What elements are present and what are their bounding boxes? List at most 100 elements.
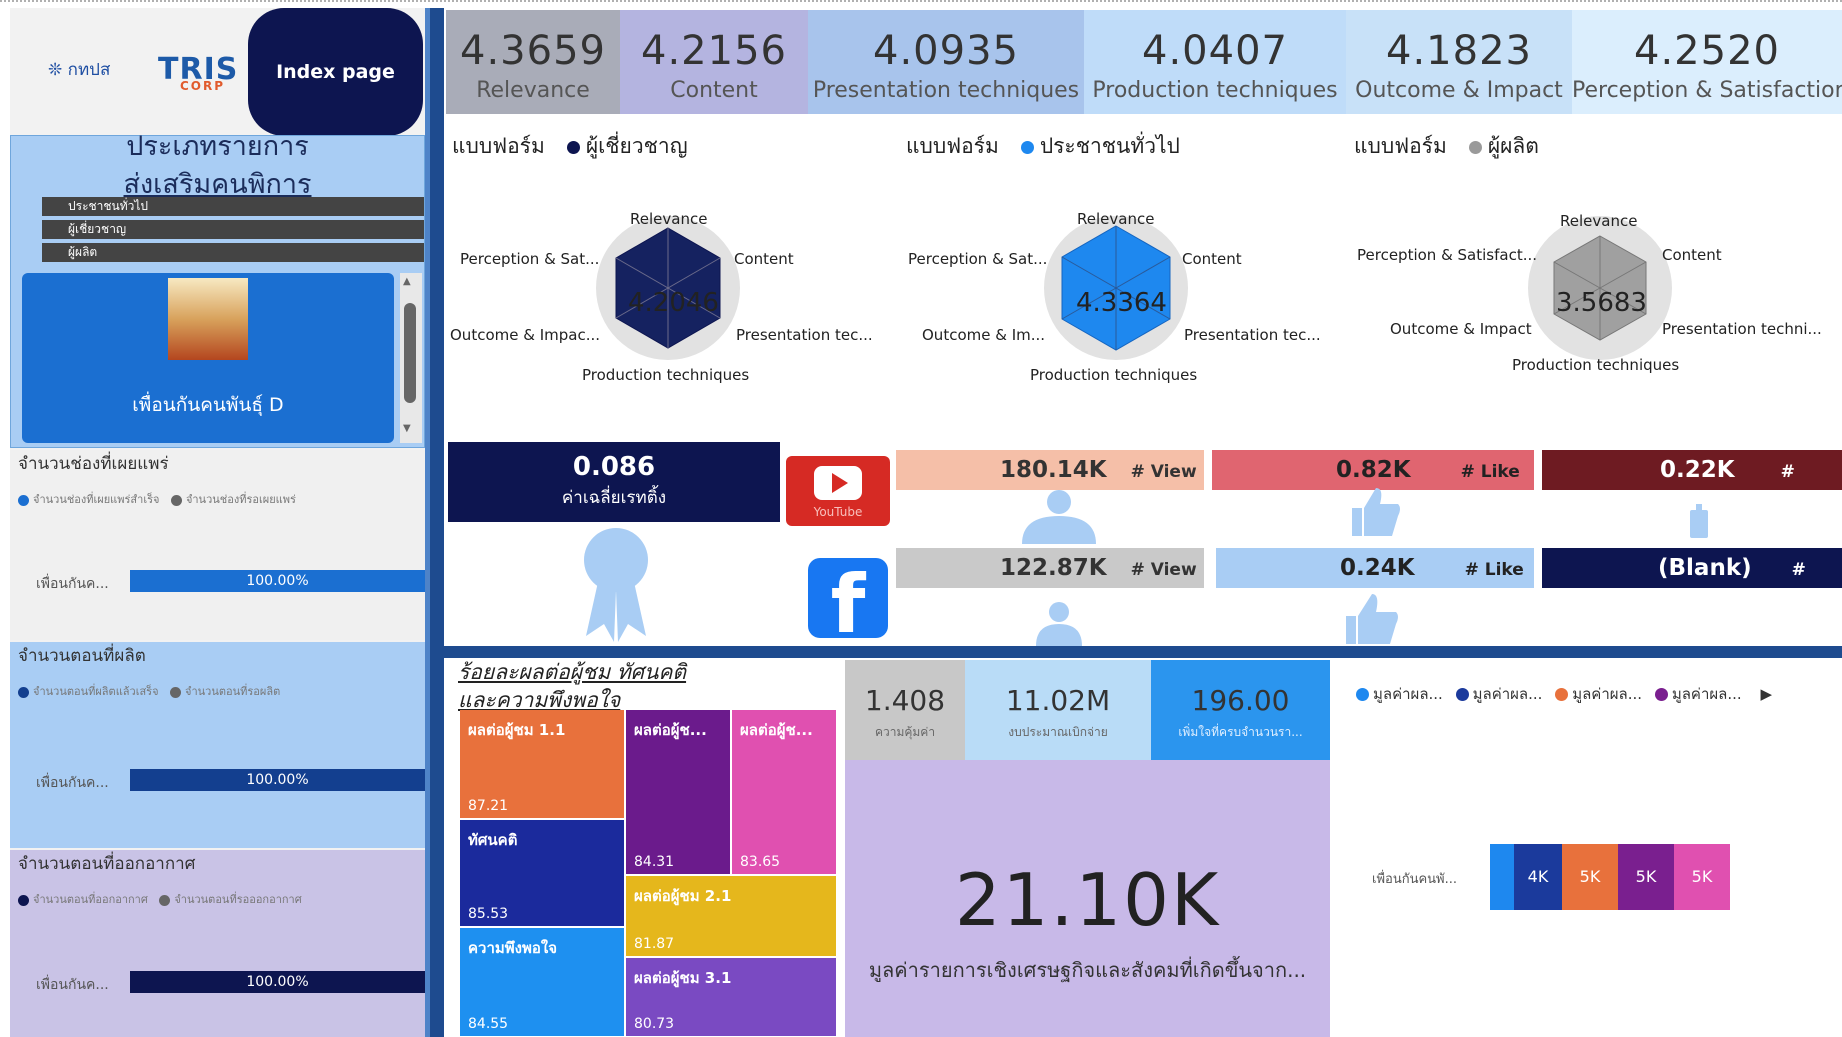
progress-bar[interactable]: 100.00% bbox=[130, 769, 425, 791]
treemap-cell[interactable]: ผลต่อผู้ชม 2.1 81.87 bbox=[626, 876, 836, 956]
youtube-shares: 0.22K # Share bbox=[1542, 450, 1842, 524]
metric-value: 4.1823 bbox=[1386, 28, 1532, 74]
metric-label: Production techniques bbox=[1092, 78, 1338, 103]
radar-axis-label: Presentation tec... bbox=[736, 326, 873, 344]
economic-value-card: 21.10K มูลค่ารายการเชิงเศรษฐกิจและสังคมท… bbox=[845, 760, 1330, 1037]
person-icon bbox=[1036, 602, 1082, 646]
legend-next-icon[interactable]: ▶ bbox=[1760, 685, 1772, 703]
program-type-title: ประเภทรายการ ส่งเสริมคนพิการ bbox=[10, 128, 425, 204]
program-scroll-thumb[interactable] bbox=[404, 303, 416, 403]
treemap-cell[interactable]: ทัศนคติ 85.53 bbox=[460, 820, 624, 926]
value-chart-segment[interactable]: 5K bbox=[1674, 844, 1730, 910]
metric-label: Content bbox=[670, 78, 758, 103]
facebook-shares: (Blank) # Share bbox=[1542, 548, 1842, 622]
facebook-views: 122.87K # View bbox=[896, 548, 1204, 588]
value-chart-row-label: เพื่อนกันคนพั... bbox=[1372, 872, 1458, 887]
metric-card-production: 4.0407 Production techniques bbox=[1084, 10, 1346, 114]
radar-axis-label: Relevance bbox=[1560, 212, 1638, 230]
progress-bar[interactable]: 100.00% bbox=[130, 971, 425, 993]
progress-bar[interactable]: 100.00% bbox=[130, 570, 425, 592]
thumbs-up-icon bbox=[1352, 488, 1400, 536]
metric-card-content: 4.2156 Content bbox=[620, 10, 808, 114]
rating-value: 0.086 bbox=[572, 452, 656, 482]
section-title: จำนวนช่องที่เผยแพร่ bbox=[18, 454, 169, 474]
section-produced-episodes: จำนวนตอนที่ผลิต จำนวนตอนที่ผลิตแล้วเสร็จ… bbox=[10, 642, 425, 848]
radar-axis-label: Perception & Sat... bbox=[460, 250, 600, 268]
treemap-cell[interactable]: ผลต่อผู้ช... 84.31 bbox=[626, 710, 730, 874]
metric-label: Relevance bbox=[476, 78, 590, 103]
slicer-item-producer[interactable]: ผู้ผลิต bbox=[42, 243, 424, 262]
metric-value: 4.2520 bbox=[1634, 28, 1780, 74]
metric-value: 4.2156 bbox=[641, 28, 787, 74]
radar-axis-label: Perception & Sat... bbox=[908, 250, 1048, 268]
index-page-label: Index page bbox=[276, 61, 395, 83]
scroll-down-icon[interactable]: ▼ bbox=[403, 423, 411, 434]
treemap-title: ร้อยละผลต่อผู้ชม ทัศนคติ และความพึงพอใจ bbox=[458, 658, 686, 714]
radar-axis-label: Outcome & Impac... bbox=[450, 326, 600, 344]
radar-header-public: แบบฟอร์ม ประชาชนทั่วไป bbox=[906, 134, 1180, 158]
rating-label: ค่าเฉลี่ยเรทติ้ง bbox=[561, 488, 667, 508]
radar-axis-label: Relevance bbox=[1077, 210, 1155, 228]
section-aired-episodes: จำนวนตอนที่ออกอากาศ จำนวนตอนที่ออกอากาศ … bbox=[10, 850, 425, 1037]
scroll-up-icon[interactable]: ▲ bbox=[403, 276, 411, 287]
radar-axis-label: Perception & Satisfact... bbox=[1357, 246, 1538, 264]
slicer-item-expert[interactable]: ผู้เชี่ยวชาญ bbox=[42, 220, 424, 239]
index-page-button[interactable]: Index page bbox=[248, 8, 423, 136]
kpi-label: เพิ่มใจที่ครบจำนวนรา... bbox=[1178, 725, 1303, 739]
treemap-cell[interactable]: ผลต่อผู้ช... 83.65 bbox=[732, 710, 836, 874]
treemap-title-line1: ร้อยละผลต่อผู้ชม ทัศนคติ bbox=[458, 660, 687, 684]
radar-axis-label: Presentation techni... bbox=[1662, 320, 1822, 338]
youtube-views: 180.14K # View bbox=[896, 450, 1204, 490]
share-phone-icon bbox=[1690, 504, 1708, 538]
treemap-cell[interactable]: ความพึงพอใจ 84.55 bbox=[460, 928, 624, 1036]
program-type-title-line1: ประเภทรายการ bbox=[126, 131, 309, 162]
radar-score-expert: 4.2046 bbox=[628, 288, 719, 318]
radar-axis-label: Content bbox=[734, 250, 794, 268]
logo-tris: TRIS CORP bbox=[158, 52, 238, 93]
slicer-item-public[interactable]: ประชาชนทั่วไป bbox=[42, 197, 424, 216]
radar-axis-label: Production techniques bbox=[1030, 366, 1198, 384]
value-chart-segment[interactable] bbox=[1490, 844, 1514, 910]
radar-axis-label: Content bbox=[1182, 250, 1242, 268]
kpi-label: ความคุ้มค่า bbox=[874, 725, 936, 739]
youtube-play-triangle bbox=[832, 473, 848, 493]
logo-text: กทปส bbox=[67, 60, 111, 80]
radar-axis-label: Production techniques bbox=[1512, 356, 1680, 374]
bar-label: เพื่อนกันค... bbox=[36, 775, 109, 791]
metric-label: Perception & Satisfaction bbox=[1572, 78, 1842, 103]
radar-axis-label: Content bbox=[1662, 246, 1722, 264]
value-chart-segment[interactable]: 5K bbox=[1618, 844, 1674, 910]
bar-label: เพื่อนกันค... bbox=[36, 576, 109, 592]
value-chart-segment[interactable]: 5K bbox=[1562, 844, 1618, 910]
section-title: จำนวนตอนที่ผลิต bbox=[18, 646, 146, 666]
program-thumbnail bbox=[168, 278, 248, 360]
kpi-value: 1.408 bbox=[864, 684, 946, 717]
kpi-value: 11.02M bbox=[1005, 684, 1111, 717]
value-chart-segment[interactable]: 4K bbox=[1514, 844, 1562, 910]
treemap-cell[interactable]: ผลต่อผู้ชม 3.1 80.73 bbox=[626, 958, 836, 1036]
radar-header-expert: แบบฟอร์ม ผู้เชี่ยวชาญ bbox=[452, 134, 688, 158]
section-legend: จำนวนตอนที่ผลิตแล้วเสร็จ จำนวนตอนที่รอผล… bbox=[18, 682, 280, 700]
radar-axis-label: Production techniques bbox=[582, 366, 750, 384]
section-legend: จำนวนช่องที่เผยแพร่สำเร็จ จำนวนช่องที่รอ… bbox=[18, 490, 296, 508]
metric-value: 4.3659 bbox=[460, 28, 606, 74]
metric-card-outcome: 4.1823 Outcome & Impact bbox=[1346, 10, 1572, 114]
radar-axis-label: Relevance bbox=[630, 210, 708, 228]
section-title: จำนวนตอนที่ออกอากาศ bbox=[18, 854, 196, 874]
facebook-icon: f bbox=[808, 558, 888, 651]
radar-axis-label: Presentation tec... bbox=[1184, 326, 1321, 344]
thumbs-up-icon bbox=[1346, 594, 1398, 644]
radar-axis-label: Outcome & Im... bbox=[922, 326, 1046, 344]
metric-label: Outcome & Impact bbox=[1355, 78, 1563, 103]
kpi-card: 196.00 เพิ่มใจที่ครบจำนวนรา... bbox=[1151, 660, 1330, 760]
facebook-likes: 0.24K # Like bbox=[1216, 548, 1534, 588]
treemap-cell[interactable]: ผลต่อผู้ชม 1.1 87.21 bbox=[460, 710, 624, 818]
section-published-channels: จำนวนช่องที่เผยแพร่ จำนวนช่องที่เผยแพร่ส… bbox=[10, 450, 425, 640]
metric-card-perception: 4.2520 Perception & Satisfaction bbox=[1572, 10, 1842, 114]
bar-label: เพื่อนกันค... bbox=[36, 977, 109, 993]
divider-horizontal bbox=[444, 646, 1842, 658]
top-border bbox=[0, 0, 1842, 6]
logo-icon: ❊ bbox=[48, 60, 63, 80]
metric-label: Presentation techniques bbox=[812, 78, 1080, 103]
radar-axis-label: Outcome & Impact bbox=[1390, 320, 1532, 338]
